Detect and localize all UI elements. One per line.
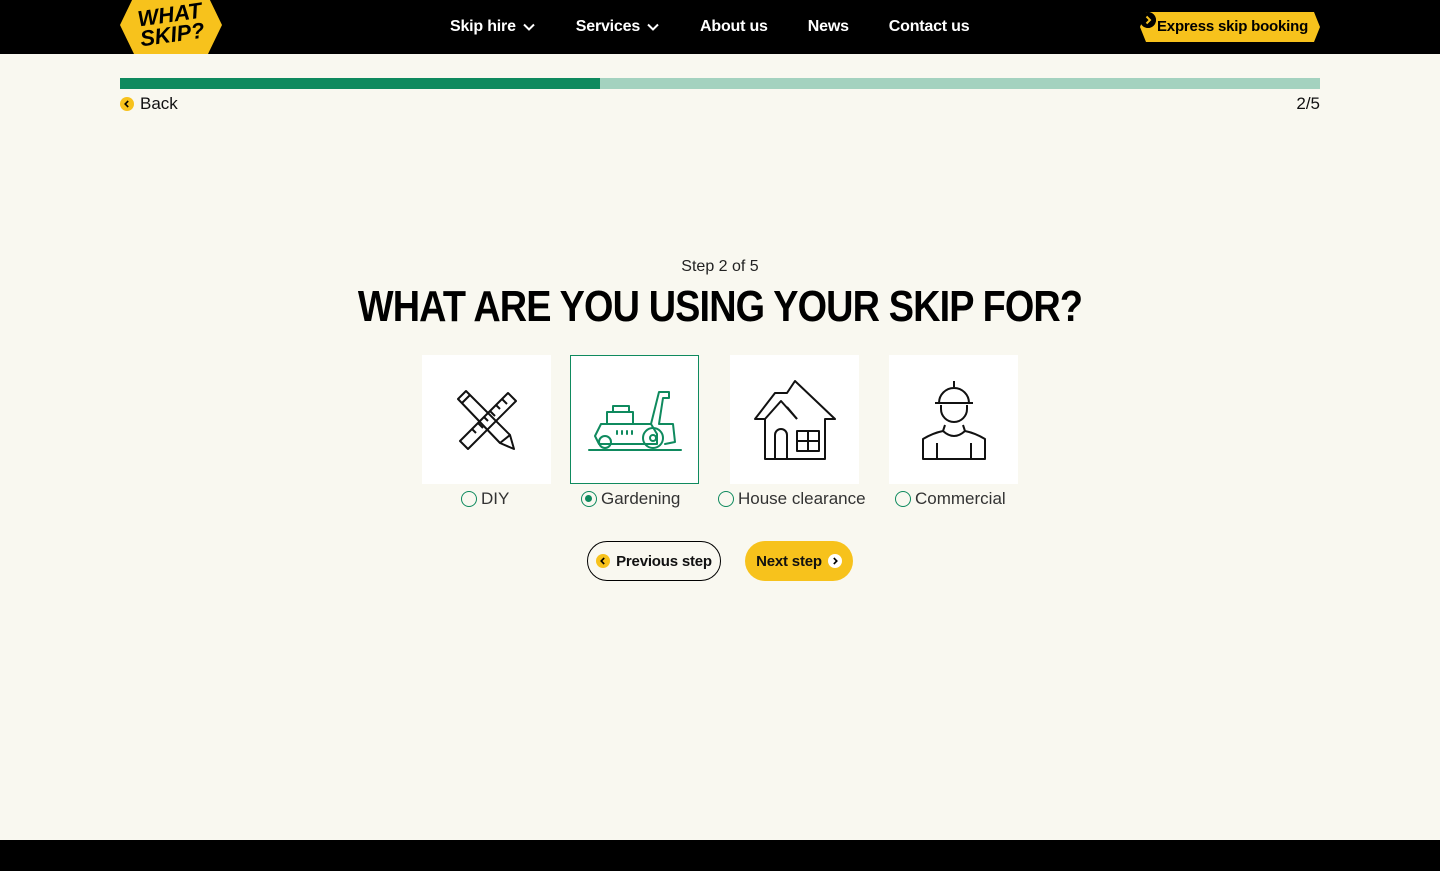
worker-icon	[921, 380, 986, 460]
chevron-down-icon	[647, 23, 659, 31]
progress-bar	[120, 78, 1320, 89]
express-skip-booking-label: Express skip booking	[1157, 18, 1309, 35]
next-step-label: Next step	[756, 552, 822, 570]
chevron-down-icon	[523, 23, 535, 31]
option-diy-label: DIY	[481, 489, 510, 508]
arrow-right-icon	[1140, 12, 1156, 28]
option-commercial[interactable]: Commercial	[895, 489, 1006, 509]
nav-about-us-label: About us	[700, 18, 768, 35]
chevron-left-icon	[120, 97, 134, 111]
step-label: Step 2 of 5	[681, 258, 759, 275]
back-label: Back	[140, 94, 178, 113]
next-step-button[interactable]: Next step	[745, 541, 853, 581]
nav-contact-us[interactable]: Contact us	[889, 18, 970, 36]
page-title: What are you using your skip for?	[357, 282, 1083, 331]
nav-news[interactable]: News	[808, 18, 849, 36]
previous-step-label: Previous step	[616, 552, 712, 570]
radio-commercial[interactable]	[895, 491, 911, 507]
back-link[interactable]: Back	[120, 94, 178, 114]
option-house-clearance[interactable]: House clearance	[718, 489, 866, 509]
step-counter: 2/5	[1296, 94, 1320, 113]
option-gardening-label: Gardening	[601, 489, 681, 508]
nav-services[interactable]: Services	[576, 18, 660, 36]
chevron-left-icon	[596, 554, 611, 568]
what-skip-logo[interactable]: WHAT SKIP?	[120, 0, 222, 56]
site-footer	[0, 840, 1440, 871]
pencil-ruler-icon	[456, 389, 517, 450]
house-icon	[753, 379, 836, 460]
option-gardening[interactable]: Gardening	[581, 489, 680, 509]
site-header: WHAT SKIP? Skip hire Services About us N…	[0, 0, 1440, 54]
radio-diy[interactable]	[461, 491, 477, 507]
skip-purpose-options: DIY Gardening House clearance Commercial	[0, 355, 1440, 515]
option-gardening-card[interactable]	[570, 355, 699, 484]
option-house-clearance-label: House clearance	[738, 489, 866, 508]
nav-services-label: Services	[575, 18, 641, 35]
nav-skip-hire[interactable]: Skip hire	[450, 18, 536, 36]
option-diy-card[interactable]	[422, 355, 551, 484]
option-commercial-label: Commercial	[915, 489, 1006, 508]
nav-about-us[interactable]: About us	[700, 18, 768, 36]
main-nav: Skip hire Services About us News Contact…	[450, 0, 970, 54]
chevron-right-icon	[827, 554, 842, 568]
option-diy[interactable]: DIY	[461, 489, 509, 509]
option-commercial-card[interactable]	[889, 355, 1018, 484]
progress-fill	[120, 78, 600, 89]
option-house-clearance-card[interactable]	[730, 355, 859, 484]
radio-gardening[interactable]	[581, 491, 597, 507]
logo-line-2: SKIP?	[138, 17, 207, 52]
nav-news-label: News	[807, 18, 849, 35]
nav-skip-hire-label: Skip hire	[450, 18, 516, 35]
express-skip-booking-button[interactable]: Express skip booking	[1140, 12, 1320, 42]
radio-house-clearance[interactable]	[718, 491, 734, 507]
previous-step-button[interactable]: Previous step	[587, 541, 721, 581]
nav-contact-us-label: Contact us	[888, 18, 970, 35]
lawnmower-icon	[587, 390, 682, 451]
